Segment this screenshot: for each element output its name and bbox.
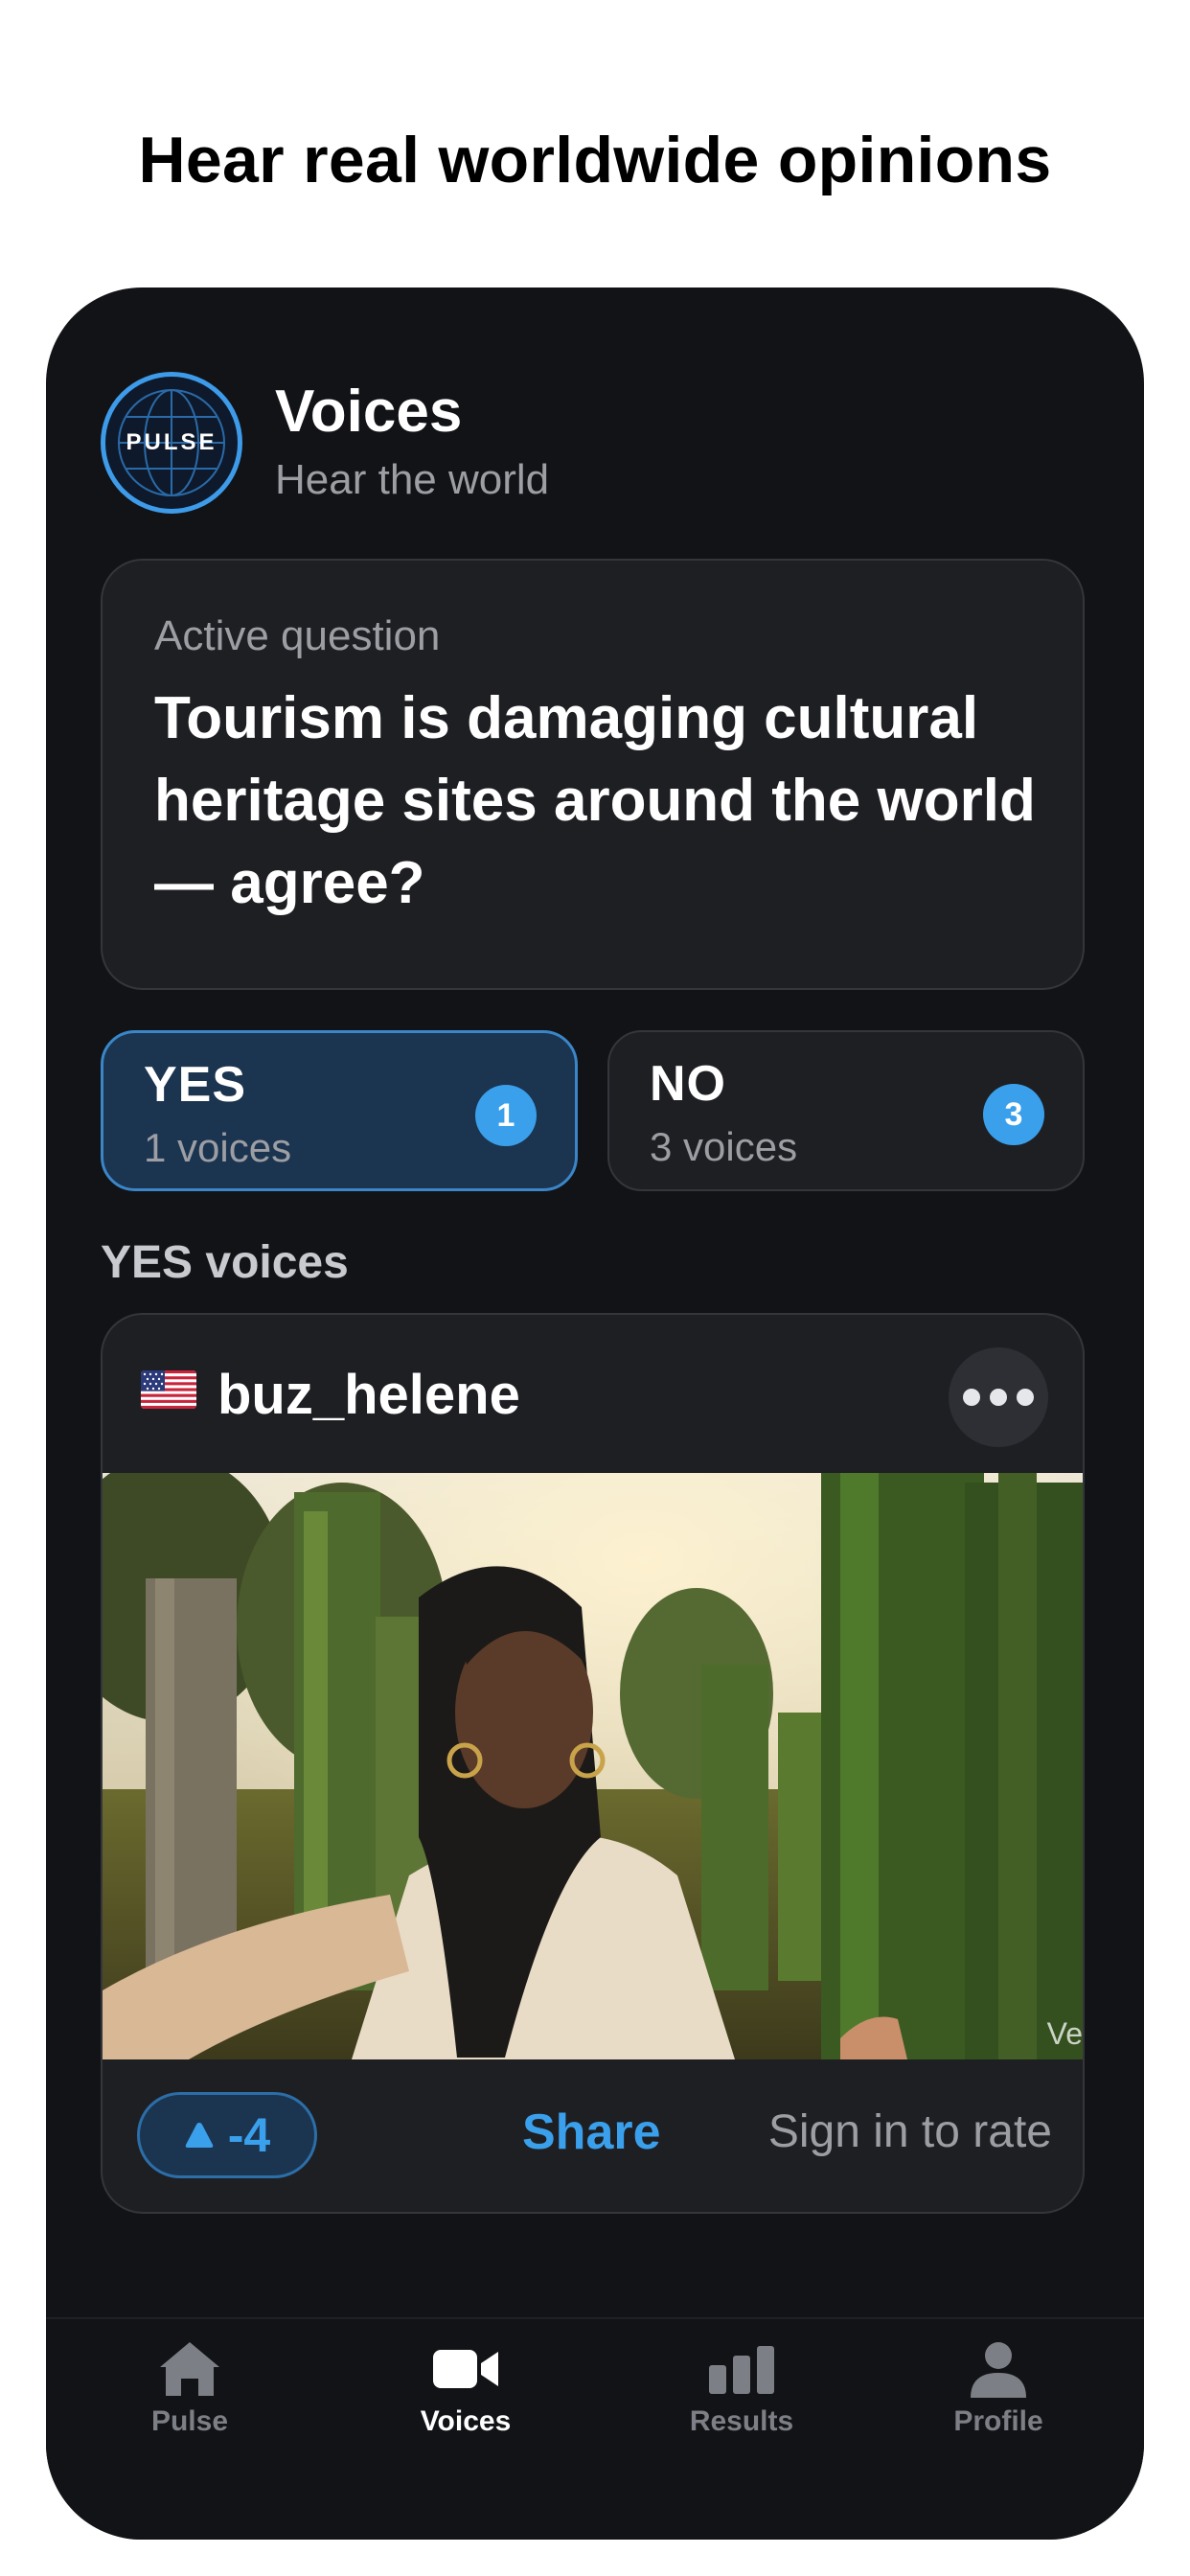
voice-username[interactable]: buz_helene	[217, 1363, 520, 1427]
vote-no-badge: 3	[983, 1084, 1044, 1145]
bar-chart-icon	[709, 2346, 774, 2394]
home-icon	[160, 2342, 219, 2396]
app-subtitle: Hear the world	[275, 456, 550, 503]
score-value: -4	[227, 2108, 271, 2162]
section-title: YES voices	[101, 1237, 349, 1288]
tab-bar: Pulse Voices Results Profile	[46, 2317, 1144, 2540]
tab-pulse[interactable]: Pulse	[75, 2338, 305, 2472]
more-options-button[interactable]	[949, 1347, 1048, 1447]
vote-no-count: 3 voices	[650, 1124, 798, 1169]
us-flag-icon	[141, 1370, 196, 1409]
upvote-button[interactable]: -4	[137, 2092, 317, 2178]
vote-yes-badge: 1	[475, 1085, 537, 1146]
vote-yes-count: 1 voices	[144, 1125, 292, 1170]
video-camera-icon	[433, 2350, 498, 2388]
voice-card-footer: -4 Share Sign in to rate	[103, 2059, 1083, 2212]
phone-frame: PULSE Voices Hear the world Active quest…	[46, 288, 1144, 2540]
pulse-logo: PULSE	[101, 372, 242, 514]
video-frame-image	[103, 1473, 1083, 2059]
voice-video[interactable]: Ve	[103, 1473, 1083, 2059]
tab-results[interactable]: Results	[627, 2338, 857, 2472]
tab-results-label: Results	[689, 2405, 794, 2437]
app-title: Voices	[275, 379, 463, 445]
page-headline: Hear real worldwide opinions	[138, 124, 1052, 196]
vote-no-label: NO	[650, 1056, 726, 1112]
active-question-card: Active question Tourism is damaging cult…	[101, 559, 1085, 990]
vote-no-button[interactable]: NO 3 voices 3	[607, 1030, 1085, 1191]
triangle-up-icon	[185, 2123, 214, 2148]
tab-voices[interactable]: Voices	[351, 2338, 581, 2472]
logo-text: PULSE	[126, 429, 217, 455]
question-label: Active question	[154, 612, 441, 659]
ellipsis-icon	[963, 1389, 980, 1406]
voice-card: buz_helene Ve -4 Share Sign in to rate	[101, 1313, 1085, 2214]
tab-voices-label: Voices	[420, 2405, 512, 2437]
sign-in-to-rate-link[interactable]: Sign in to rate	[768, 2105, 1052, 2158]
question-text: Tourism is damaging cultural heritage si…	[154, 685, 1036, 916]
vote-yes-label: YES	[144, 1057, 247, 1113]
vote-yes-button[interactable]: YES 1 voices 1	[101, 1030, 578, 1191]
tab-profile[interactable]: Profile	[883, 2338, 1113, 2472]
tab-profile-label: Profile	[953, 2405, 1043, 2437]
app-header: PULSE Voices Hear the world	[101, 372, 1059, 516]
video-watermark: Ve	[1046, 2016, 1083, 2051]
share-button[interactable]: Share	[522, 2104, 661, 2161]
tab-pulse-label: Pulse	[150, 2405, 229, 2437]
person-icon	[971, 2342, 1026, 2398]
